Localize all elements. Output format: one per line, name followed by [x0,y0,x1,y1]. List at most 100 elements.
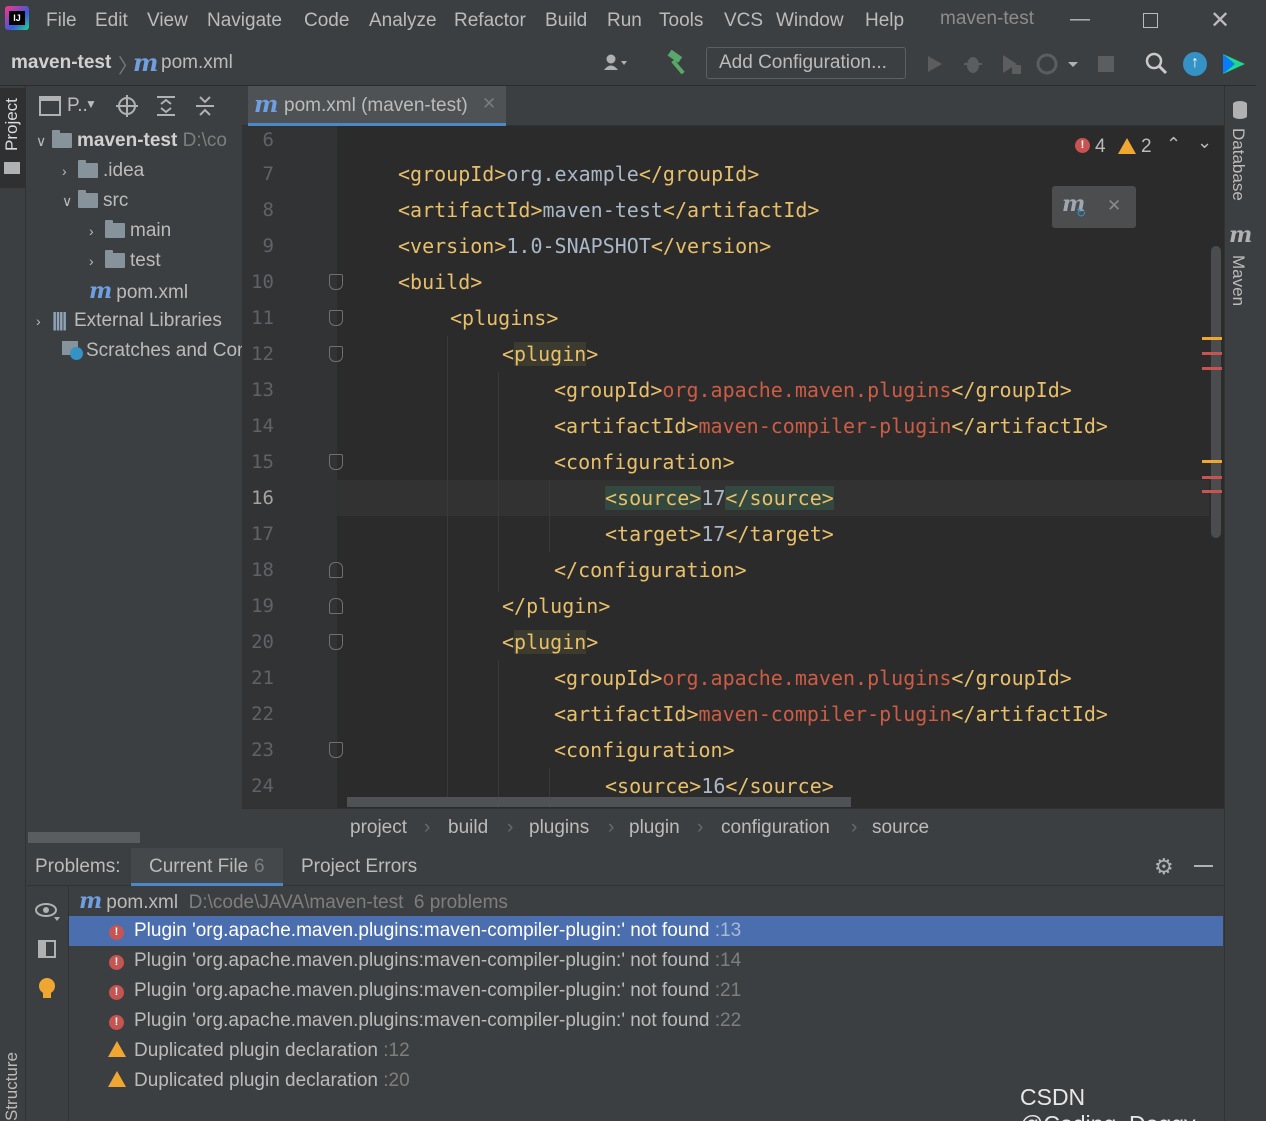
nav-file[interactable]: pom.xml [161,52,233,74]
menu-tools[interactable]: Tools [659,8,703,34]
fold-marker-icon[interactable] [329,634,343,650]
editor-tab-pom[interactable]: m pom.xml (maven-test) ✕ [248,86,506,126]
collapse-all-icon[interactable] [194,95,216,123]
scrollbar-thumb[interactable] [1211,246,1221,538]
build-hammer-icon[interactable] [665,49,689,82]
editor-horizontal-scrollbar[interactable] [347,797,851,807]
breadcrumb-item[interactable]: source [872,817,929,839]
fold-end-marker-icon[interactable] [329,598,343,614]
tree-item-src[interactable]: ∨ src [62,186,128,216]
minimize-icon[interactable]: — [1070,8,1090,31]
close-tab-icon[interactable]: ✕ [482,94,496,114]
code-line-7: <groupId>org.example</groupId> [398,162,760,186]
menu-window[interactable]: Window [776,8,844,34]
run-icon[interactable] [926,54,944,80]
menu-file[interactable]: File [46,8,77,34]
menu-analyze[interactable]: Analyze [369,8,437,34]
intellij-logo-icon[interactable] [5,6,29,30]
preview-icon[interactable] [38,940,56,958]
database-tool-label[interactable]: Database [1228,128,1248,201]
folder-icon [105,220,125,238]
close-window-icon[interactable]: ✕ [1210,6,1230,35]
menu-build[interactable]: Build [545,8,587,34]
structure-tool-label[interactable]: Structure [2,1052,22,1121]
tree-item-pom[interactable]: m pom.xml [89,276,188,306]
warning-marker[interactable] [1202,337,1222,340]
chevron-right-icon[interactable]: › [89,216,105,246]
fold-marker-icon[interactable] [329,742,343,758]
warning-marker[interactable] [1202,460,1222,463]
nav-project[interactable]: maven-test [11,52,111,74]
chevron-right-icon[interactable]: › [62,156,78,186]
tree-root-maven-test[interactable]: ∨ maven-test D:\co [36,126,227,156]
menu-run[interactable]: Run [607,8,642,34]
problem-row[interactable]: ! Plugin 'org.apache.maven.plugins:maven-… [69,916,1223,946]
fold-end-marker-icon[interactable] [329,562,343,578]
tree-item-external-libraries[interactable]: › |||| External Libraries [36,306,222,336]
warning-count[interactable]: 2 [1141,136,1152,158]
search-icon[interactable] [1145,52,1169,82]
error-marker[interactable] [1202,352,1222,355]
menu-code[interactable]: Code [304,8,349,34]
breadcrumb-item[interactable]: plugins [529,817,589,839]
problem-row[interactable]: Duplicated plugin declaration :12 [69,1036,1223,1066]
stop-icon[interactable] [1098,56,1114,72]
problems-file-row[interactable]: m pom.xml D:\code\JAVA\maven-test 6 probl… [69,886,1223,916]
breadcrumb-item[interactable]: build [448,817,488,839]
jetbrains-space-icon[interactable] [1221,52,1247,82]
chevron-down-icon[interactable]: ∨ [36,126,52,156]
debug-icon[interactable] [962,53,984,81]
hide-panel-icon[interactable] [1194,865,1213,867]
problem-row[interactable]: ! Plugin 'org.apache.maven.plugins:maven-… [69,946,1223,976]
project-horizontal-scrollbar[interactable] [28,832,140,843]
indent-guide [447,336,448,806]
fold-marker-icon[interactable] [329,310,343,326]
fold-marker-icon[interactable] [329,454,343,470]
close-popup-icon[interactable]: ✕ [1107,196,1121,216]
coverage-icon[interactable] [1000,53,1024,81]
menu-navigate[interactable]: Navigate [207,8,282,34]
tree-item-idea[interactable]: › .idea [62,156,144,186]
expand-all-icon[interactable] [155,95,177,123]
menu-refactor[interactable]: Refactor [454,8,526,34]
tree-item-main[interactable]: › main [89,216,171,246]
menu-view[interactable]: View [147,8,188,34]
lightbulb-icon[interactable] [38,977,56,1007]
maximize-icon[interactable] [1143,13,1158,28]
maven-tool-label[interactable]: Maven [1228,255,1248,306]
error-icon[interactable]: ! [1075,138,1090,153]
tab-current-file[interactable]: Current File 6 [131,848,283,886]
chevron-down-icon[interactable]: ∨ [62,186,78,216]
menu-vcs[interactable]: VCS [724,8,763,34]
problem-row[interactable]: ! Plugin 'org.apache.maven.plugins:maven-… [69,1006,1223,1036]
fold-marker-icon[interactable] [329,346,343,362]
locate-icon[interactable] [115,94,139,124]
error-count[interactable]: 4 [1095,136,1106,158]
add-configuration-button[interactable]: Add Configuration... [706,47,906,79]
breadcrumb-item[interactable]: configuration [721,817,830,839]
error-marker[interactable] [1202,476,1222,479]
project-view-icon[interactable] [39,96,61,116]
update-icon[interactable]: ↑ [1183,52,1207,76]
chevron-right-icon[interactable]: › [89,246,105,276]
project-tool-label[interactable]: Project [2,98,22,151]
menu-edit[interactable]: Edit [95,8,128,34]
error-marker[interactable] [1202,367,1222,370]
user-icon[interactable] [603,53,627,70]
tab-project-errors[interactable]: Project Errors [301,856,417,878]
warning-icon[interactable] [1118,138,1136,154]
menu-help[interactable]: Help [865,8,904,34]
fold-marker-icon[interactable] [329,274,343,290]
settings-gear-icon[interactable]: ⚙ [1154,854,1174,880]
profile-icon[interactable] [1036,53,1080,81]
chevron-right-icon[interactable]: › [36,306,52,336]
error-marker[interactable] [1202,490,1222,493]
tree-item-scratches[interactable]: Scratches and Con [62,336,248,366]
chevron-down-icon[interactable]: ▼ [85,97,97,111]
breadcrumb-item[interactable]: project [350,817,407,839]
breadcrumb-item[interactable]: plugin [629,817,680,839]
problem-row[interactable]: ! Plugin 'org.apache.maven.plugins:maven-… [69,976,1223,1006]
tree-item-test[interactable]: › test [89,246,161,276]
eye-icon[interactable] [35,900,61,928]
previous-highlight-icon[interactable]: ⌃ [1166,134,1181,155]
